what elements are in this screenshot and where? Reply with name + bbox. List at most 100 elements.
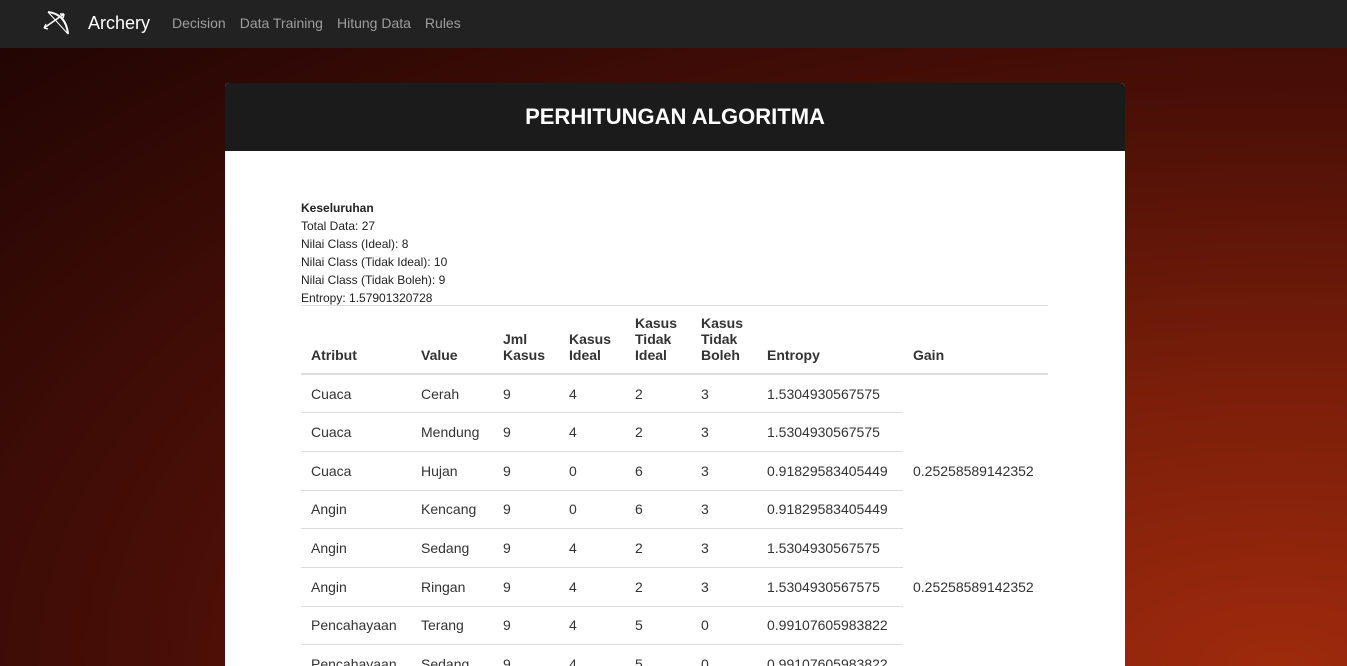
cell-atribut: Angin (301, 489, 411, 529)
summary-total-data: Total Data: 27 (301, 219, 376, 233)
cell-kasus-ideal: 4 (559, 528, 625, 568)
cell-atribut: Cuaca (301, 412, 411, 452)
cell-jml-kasus: 9 (493, 644, 559, 666)
cell-value: Ringan (411, 566, 493, 607)
header-kasus-ideal: Kasus Ideal (559, 315, 625, 375)
cell-entropy: 1.5304930567575 (757, 528, 903, 568)
cell-gain (903, 529, 1048, 568)
table-row: Cuaca Cerah 9 4 2 3 1.5304930567575 (301, 374, 1048, 413)
cell-entropy: 1.5304930567575 (757, 412, 903, 452)
header-atribut: Atribut (301, 315, 411, 375)
cell-kasus-ideal: 0 (559, 489, 625, 529)
cell-kasus-tidak-boleh: 3 (691, 566, 757, 607)
cell-atribut: Cuaca (301, 450, 411, 491)
cell-kasus-tidak-boleh: 3 (701, 385, 709, 402)
card-title: PERHITUNGAN ALGORITMA (225, 83, 1125, 151)
cell-entropy: 1.5304930567575 (767, 385, 880, 402)
summary-heading: Keseluruhan (301, 201, 374, 215)
table-row: Angin Ringan 9 4 2 3 1.5304930567575 0.2… (301, 566, 1048, 607)
table-body: Cuaca Cerah 9 4 2 3 1.5304930567575 Cuac… (301, 374, 1048, 666)
divider (301, 305, 1048, 306)
cell-gain: 0.25258589142352 (913, 462, 1034, 479)
cell-jml-kasus: 9 (493, 412, 559, 452)
cell-gain (903, 413, 1048, 452)
cell-jml-kasus: 9 (493, 528, 559, 568)
nav-link-rules[interactable]: Rules (425, 15, 461, 31)
cell-jml-kasus: 9 (493, 605, 559, 645)
nav-links: Decision Data Training Hitung Data Rules (172, 15, 475, 31)
brand-name[interactable]: Archery (88, 13, 150, 34)
cell-gain: 0.25258589142352 (913, 578, 1034, 595)
cell-kasus-tidak-boleh: 3 (691, 412, 757, 452)
header-value: Value (411, 315, 493, 375)
cell-value: Kencang (411, 489, 493, 529)
cell-kasus-tidak-ideal: 6 (625, 450, 691, 491)
nav-link-decision[interactable]: Decision (172, 15, 226, 31)
table-row: Cuaca Hujan 9 0 6 3 0.91829583405449 0.2… (301, 450, 1048, 491)
header-jml-kasus: Jml Kasus (493, 315, 559, 375)
table-row: Angin Sedang 9 4 2 3 1.5304930567575 (301, 528, 1048, 568)
table-row: Angin Kencang 9 0 6 3 0.91829583405449 (301, 489, 1048, 529)
cell-gain (903, 645, 1048, 666)
cell-kasus-ideal: 4 (559, 605, 625, 645)
cell-atribut: Pencahayaan (301, 644, 411, 666)
cell-value: Sedang (411, 644, 493, 666)
summary-block: Keseluruhan Total Data: 27 Nilai Class (… (301, 199, 447, 307)
cell-kasus-ideal: 4 (569, 385, 577, 402)
calculation-table: Atribut Value Jml Kasus Kasus Ideal Kasu… (301, 315, 1048, 666)
cell-gain (903, 606, 1048, 645)
table-header-row: Atribut Value Jml Kasus Kasus Ideal Kasu… (301, 315, 1048, 375)
cell-kasus-tidak-ideal: 2 (635, 385, 643, 402)
cell-kasus-ideal: 0 (559, 450, 625, 491)
cell-kasus-tidak-ideal: 2 (625, 412, 691, 452)
cell-atribut: Pencahayaan (301, 605, 411, 645)
summary-class-tidak-boleh: Nilai Class (Tidak Boleh): 9 (301, 273, 446, 287)
table-row: Pencahayaan Sedang 9 4 5 0 0.99107605983… (301, 644, 1048, 666)
calculation-card: PERHITUNGAN ALGORITMA Keseluruhan Total … (225, 83, 1125, 666)
cell-value: Sedang (411, 528, 493, 568)
cell-jml-kasus: 9 (503, 385, 511, 402)
cell-value: Cerah (421, 385, 460, 402)
cell-jml-kasus: 9 (493, 489, 559, 529)
table-row: Pencahayaan Terang 9 4 5 0 0.99107605983… (301, 605, 1048, 645)
cell-kasus-ideal: 4 (559, 412, 625, 452)
navbar: Archery Decision Data Training Hitung Da… (0, 0, 1347, 48)
table-row: Cuaca Mendung 9 4 2 3 1.5304930567575 (301, 412, 1048, 452)
cell-kasus-tidak-ideal: 2 (625, 566, 691, 607)
cell-value: Terang (411, 605, 493, 645)
bow-arrow-logo-icon[interactable] (42, 8, 72, 40)
cell-atribut: Angin (301, 528, 411, 568)
summary-class-ideal: Nilai Class (Ideal): 8 (301, 237, 409, 251)
cell-atribut: Cuaca (311, 385, 352, 402)
cell-kasus-tidak-boleh: 3 (691, 528, 757, 568)
cell-entropy: 0.99107605983822 (757, 605, 903, 645)
nav-link-hitung-data[interactable]: Hitung Data (337, 15, 411, 31)
cell-kasus-ideal: 4 (559, 644, 625, 666)
cell-value: Mendung (411, 412, 493, 452)
cell-gain (903, 374, 1048, 413)
cell-kasus-tidak-boleh: 0 (691, 644, 757, 666)
cell-kasus-tidak-ideal: 6 (625, 489, 691, 529)
cell-entropy: 0.91829583405449 (757, 489, 903, 529)
cell-kasus-tidak-ideal: 5 (625, 605, 691, 645)
header-kasus-tidak-boleh: Kasus Tidak Boleh (691, 315, 757, 375)
cell-atribut: Angin (301, 566, 411, 607)
cell-entropy: 0.91829583405449 (757, 450, 903, 491)
cell-value: Hujan (411, 450, 493, 491)
cell-kasus-tidak-boleh: 3 (691, 489, 757, 529)
nav-link-data-training[interactable]: Data Training (240, 15, 323, 31)
cell-jml-kasus: 9 (493, 450, 559, 491)
summary-class-tidak-ideal: Nilai Class (Tidak Ideal): 10 (301, 255, 448, 269)
cell-entropy: 0.99107605983822 (757, 644, 903, 666)
cell-kasus-ideal: 4 (559, 566, 625, 607)
header-gain: Gain (903, 315, 1048, 375)
header-kasus-tidak-ideal: Kasus Tidak Ideal (625, 315, 691, 375)
cell-gain (903, 490, 1048, 529)
cell-kasus-tidak-ideal: 5 (625, 644, 691, 666)
cell-kasus-tidak-ideal: 2 (625, 528, 691, 568)
cell-entropy: 1.5304930567575 (757, 566, 903, 607)
header-entropy: Entropy (757, 315, 903, 375)
cell-jml-kasus: 9 (493, 566, 559, 607)
cell-kasus-tidak-boleh: 0 (691, 605, 757, 645)
cell-kasus-tidak-boleh: 3 (691, 450, 757, 491)
